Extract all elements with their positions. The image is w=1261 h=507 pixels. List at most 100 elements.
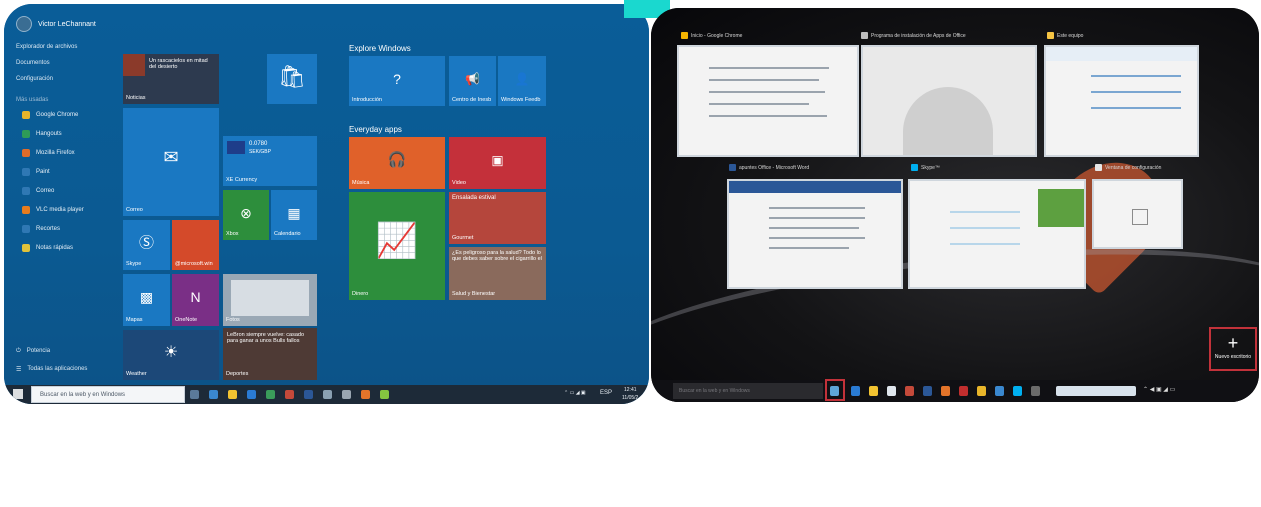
app-paint[interactable]: Paint bbox=[22, 168, 50, 176]
tile-musica[interactable]: 🎧 Música bbox=[349, 137, 445, 189]
office-icon[interactable] bbox=[285, 390, 294, 399]
window-title-chrome: Inicio - Google Chrome bbox=[681, 32, 841, 39]
photo-preview bbox=[231, 280, 309, 316]
tile-xe-currency[interactable]: 0.0780 SEK/GBP XE Currency bbox=[223, 136, 317, 186]
app-icon-2[interactable] bbox=[342, 390, 351, 399]
feedback-icon: 👤 bbox=[514, 71, 530, 86]
window-title-this-pc: Este equipo bbox=[1047, 32, 1177, 39]
store-icon[interactable] bbox=[266, 390, 275, 399]
power-button[interactable]: ⏻ Potencia bbox=[16, 348, 50, 355]
toolbar-widget[interactable] bbox=[1056, 386, 1136, 396]
office-icon bbox=[861, 32, 868, 39]
news-headline: Un rascacielos en mitad del desierto bbox=[149, 58, 208, 70]
tile-fotos[interactable]: Fotos bbox=[223, 274, 317, 326]
drive-bar bbox=[1091, 91, 1181, 93]
tile-mapas[interactable]: ▩ Mapas bbox=[123, 274, 170, 326]
folder-icon[interactable] bbox=[869, 386, 878, 396]
map-icon: ▩ bbox=[139, 289, 154, 306]
window-thumb-this-pc[interactable] bbox=[1044, 45, 1199, 157]
window-thumb-settings[interactable] bbox=[1092, 179, 1183, 249]
system-tray[interactable]: ⌃ ▭ ◢ ▣ bbox=[564, 390, 586, 396]
tile-video[interactable]: ▣ Video bbox=[449, 137, 546, 189]
search-input[interactable]: Buscar en la web y en Windows bbox=[673, 383, 823, 399]
start-background bbox=[4, 4, 649, 404]
tile-store[interactable]: 🛍 bbox=[267, 54, 317, 104]
app-snipping[interactable]: Recortes bbox=[22, 225, 60, 233]
app-chrome[interactable]: Google Chrome bbox=[22, 111, 78, 119]
avatar bbox=[16, 16, 32, 32]
firefox-taskbar-icon[interactable] bbox=[361, 390, 370, 399]
app-firefox[interactable]: Mozilla Firefox bbox=[22, 149, 75, 157]
edge-icon[interactable] bbox=[247, 390, 256, 399]
app-sticky-notes[interactable]: Notas rápidas bbox=[22, 244, 73, 252]
mail-icon bbox=[22, 187, 30, 195]
app-vlc[interactable]: VLC media player bbox=[22, 206, 84, 214]
app-mail[interactable]: Correo bbox=[22, 187, 54, 195]
window-thumb-word[interactable] bbox=[727, 179, 903, 289]
window-thumb-chrome[interactable] bbox=[677, 45, 859, 157]
nav-documents[interactable]: Documentos bbox=[16, 60, 50, 66]
task-view-icon[interactable] bbox=[190, 390, 199, 399]
spotify-icon[interactable] bbox=[380, 390, 389, 399]
chat-line bbox=[950, 227, 1020, 229]
news-thumbnail bbox=[123, 54, 145, 76]
power-icon: ⏻ bbox=[16, 348, 21, 354]
tile-salud[interactable]: ¿Es peligroso para la salud? Todo lo que… bbox=[449, 247, 546, 300]
text-line bbox=[709, 103, 809, 105]
office-illustration bbox=[903, 87, 993, 155]
text-line bbox=[769, 247, 849, 249]
start-menu-screen: Victor LeChannant Explorador de archivos… bbox=[4, 4, 649, 404]
word-icon[interactable] bbox=[304, 390, 313, 399]
edge-icon[interactable] bbox=[851, 386, 860, 396]
chart-up-icon: 📈 bbox=[375, 221, 419, 260]
user-account[interactable]: Victor LeChannant bbox=[16, 13, 96, 35]
tile-weather[interactable]: ☀ Weather bbox=[123, 330, 219, 380]
firefox-icon[interactable] bbox=[941, 386, 950, 396]
settings-icon[interactable] bbox=[209, 390, 218, 399]
explore-windows-heading: Explore Windows bbox=[349, 44, 411, 53]
nav-settings[interactable]: Configuración bbox=[16, 76, 53, 82]
nav-file-explorer[interactable]: Explorador de archivos bbox=[16, 44, 77, 50]
text-line bbox=[709, 79, 819, 81]
sun-icon: ☀ bbox=[163, 343, 179, 361]
tile-microsoft[interactable]: @microsoft.win bbox=[172, 220, 219, 270]
tile-introduccion[interactable]: ? Introducción bbox=[349, 56, 445, 106]
app-icon-2[interactable] bbox=[1031, 386, 1040, 396]
tile-xbox[interactable]: ⊗ Xbox bbox=[223, 190, 269, 240]
folder-icon[interactable] bbox=[228, 390, 237, 399]
skype-icon[interactable] bbox=[1013, 386, 1022, 396]
vlc-icon bbox=[22, 206, 30, 214]
tile-calendario[interactable]: ▦ Calendario bbox=[271, 190, 317, 240]
system-tray[interactable]: ⌃ ◀ ▣ ◢ ▭ bbox=[1143, 386, 1203, 396]
onenote-icon: N bbox=[190, 289, 201, 306]
tile-feedback[interactable]: 👤 Windows Feedb bbox=[498, 56, 546, 106]
tile-onenote[interactable]: N OneNote bbox=[172, 274, 219, 326]
window-thumb-office-install[interactable] bbox=[861, 45, 1037, 157]
tile-deportes[interactable]: LeBron siempre vuelve: casado para ganar… bbox=[223, 328, 317, 380]
drive-bar bbox=[1091, 75, 1181, 77]
all-apps-button[interactable]: ☰ Todas las aplicaciones bbox=[16, 366, 87, 373]
settings-icon bbox=[1095, 164, 1102, 171]
app-icon[interactable] bbox=[323, 390, 332, 399]
new-desktop-button[interactable]: + Nuevo escritorio bbox=[1209, 327, 1257, 371]
language-indicator[interactable]: ESP bbox=[600, 390, 612, 396]
chat-line bbox=[950, 243, 1020, 245]
tile-skype[interactable]: Ⓢ Skype bbox=[123, 220, 170, 270]
word-icon[interactable] bbox=[923, 386, 932, 396]
office-icon[interactable] bbox=[905, 386, 914, 396]
store-icon[interactable] bbox=[887, 386, 896, 396]
app-icon[interactable] bbox=[995, 386, 1004, 396]
tile-centro[interactable]: 📢 Centro de Inesb bbox=[449, 56, 496, 106]
window-thumb-skype[interactable] bbox=[908, 179, 1086, 289]
tile-dinero[interactable]: 📈 Dinero bbox=[349, 192, 445, 300]
app-hangouts[interactable]: Hangouts bbox=[22, 130, 62, 138]
tile-gourmet[interactable]: Ensalada estival Gourmet bbox=[449, 192, 546, 244]
opera-icon[interactable] bbox=[959, 386, 968, 396]
text-line bbox=[709, 91, 825, 93]
chrome-icon[interactable] bbox=[977, 386, 986, 396]
search-input[interactable]: Buscar en la web y en Windows bbox=[31, 386, 185, 403]
tile-noticias[interactable]: Un rascacielos en mitad del desierto Not… bbox=[123, 54, 219, 104]
tile-correo[interactable]: ✉ Correo bbox=[123, 108, 219, 216]
clock-time[interactable]: 12:41 bbox=[624, 387, 637, 393]
windows-start-icon[interactable] bbox=[13, 389, 23, 399]
